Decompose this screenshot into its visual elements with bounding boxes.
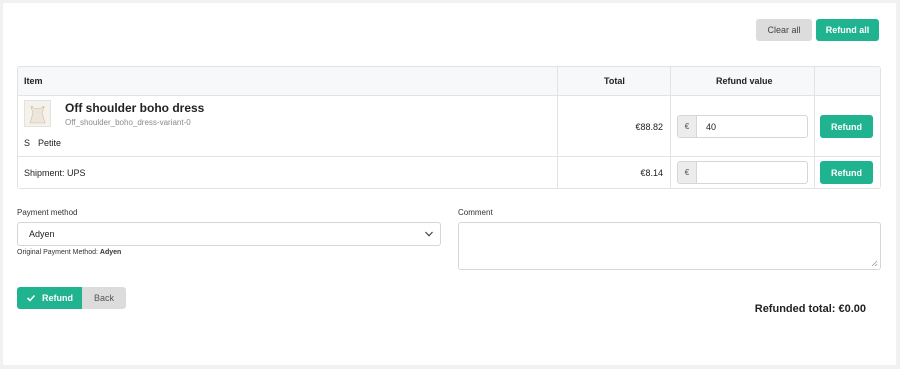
shipment-refund-input[interactable]	[697, 162, 807, 183]
payment-method-select[interactable]: Adyen	[17, 222, 441, 246]
column-divider	[670, 67, 671, 188]
row-divider	[18, 156, 880, 157]
header-refund-value: Refund value	[716, 76, 773, 86]
refund-value-input[interactable]	[697, 116, 807, 137]
shipment-label: Shipment: UPS	[24, 168, 86, 178]
original-payment-label: Original Payment Method:	[17, 249, 98, 256]
resize-grip-icon[interactable]	[871, 260, 878, 267]
variant-size: S	[24, 138, 31, 148]
payment-method-label: Payment method	[17, 208, 78, 217]
shipment-total: €8.14	[640, 168, 663, 178]
comment-textarea[interactable]	[458, 222, 881, 270]
refund-value-input-group: €	[677, 115, 808, 138]
currency-prefix: €	[678, 116, 697, 137]
refund-all-button[interactable]: Refund all	[816, 19, 879, 41]
shipment-refund-input-group: €	[677, 161, 808, 184]
product-thumbnail	[24, 100, 51, 127]
clear-all-button[interactable]: Clear all	[756, 19, 812, 41]
refunded-total: Refunded total: €0.00	[754, 303, 866, 315]
chevron-down-icon	[425, 231, 433, 237]
payment-method-value: Adyen	[29, 229, 55, 239]
refund-shipment-button[interactable]: Refund	[820, 161, 873, 184]
refund-items-table: Item Total Refund value Off shoulder boh…	[17, 66, 881, 189]
product-name: Off shoulder boho dress	[65, 101, 205, 115]
currency-prefix: €	[678, 162, 697, 183]
original-payment-method: Original Payment Method: Adyen	[17, 249, 121, 256]
refund-submit-button[interactable]: Refund	[17, 287, 82, 309]
header-item: Item	[24, 76, 43, 86]
item-total: €88.82	[635, 122, 663, 132]
column-divider	[814, 67, 815, 188]
dress-icon	[25, 101, 50, 126]
table-header: Item Total Refund value	[18, 67, 880, 96]
original-payment-value: Adyen	[99, 249, 122, 256]
back-button[interactable]: Back	[82, 287, 126, 309]
refund-submit-label: Refund	[42, 293, 73, 303]
variant-fit: Petite	[38, 138, 62, 148]
comment-label: Comment	[458, 208, 493, 217]
product-sku: Off_shoulder_boho_dress-variant-0	[65, 118, 191, 127]
refund-item-button[interactable]: Refund	[820, 115, 873, 138]
check-icon	[26, 294, 36, 302]
column-divider	[557, 67, 558, 188]
header-total: Total	[604, 76, 625, 86]
